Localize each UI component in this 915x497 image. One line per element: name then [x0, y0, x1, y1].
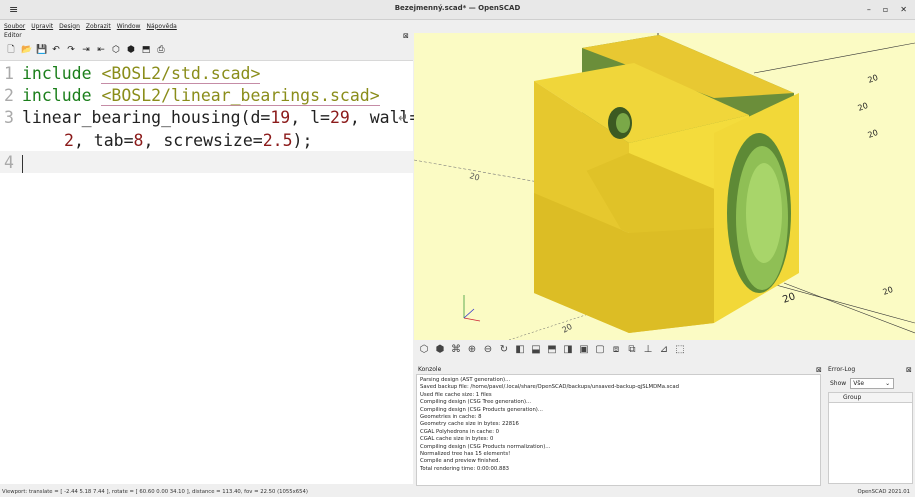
redo-icon[interactable]: ↷ — [66, 45, 76, 55]
undo-icon[interactable]: ↶ — [51, 45, 61, 55]
view-front-icon[interactable]: ▣ — [578, 344, 590, 355]
view-all-icon[interactable]: ⌘ — [450, 344, 462, 355]
show-edges-icon[interactable]: ⬚ — [674, 344, 686, 355]
console-line: Total rendering time: 0:00:00.883 — [420, 465, 510, 472]
console-line: Geometries in cache: 8 — [420, 414, 482, 421]
view-bottom-icon[interactable]: ⬒ — [546, 344, 558, 355]
reset-view-icon[interactable]: ↻ — [498, 344, 510, 355]
svg-text:20: 20 — [882, 285, 895, 297]
viewport-status: Viewport: translate = [ -2.44 5.18 7.44 … — [2, 489, 308, 495]
close-window-button[interactable]: ✕ — [900, 5, 907, 14]
zoom-out-icon[interactable]: ⊖ — [482, 344, 494, 355]
export-stl-icon[interactable]: ⬒ — [141, 45, 151, 55]
line-number: 2 — [4, 86, 14, 105]
console-line: Normalized tree has 15 elements! — [420, 451, 511, 458]
menu-view[interactable]: Zobrazit — [86, 23, 111, 30]
current-line-highlight — [0, 151, 413, 173]
save-file-icon[interactable]: 💾 — [36, 45, 47, 55]
console-close-button[interactable]: ⊠ — [816, 366, 822, 374]
svg-text:20: 20 — [867, 73, 880, 85]
window-title: Bezejmenný.scad* — OpenSCAD — [394, 4, 521, 12]
line-number: 3 — [4, 108, 14, 127]
view-back-icon[interactable]: ▢ — [594, 344, 606, 355]
console-line: Parsing design (AST generation)... — [420, 377, 511, 383]
view-top-icon[interactable]: ⬓ — [530, 344, 542, 355]
line-number: 4 — [4, 153, 14, 172]
preview-icon[interactable]: ⬡ — [111, 45, 121, 55]
code-editor[interactable]: 1 include <BOSL2/std.scad> 2 include <BO… — [0, 60, 419, 484]
new-file-icon[interactable]: 🗋 — [6, 42, 16, 58]
line-number: 1 — [4, 64, 14, 83]
3d-viewport[interactable]: 20 20 20 20 20 20 20 — [414, 33, 915, 340]
render-icon[interactable]: ⬢ — [126, 45, 136, 55]
code-line-2: include <BOSL2/linear_bearings.scad> — [22, 86, 380, 106]
unindent-icon[interactable]: ⇤ — [96, 45, 106, 55]
menu-file[interactable]: Soubor — [4, 23, 25, 30]
console-line: CGAL Polyhedrons in cache: 0 — [420, 428, 500, 435]
svg-text:20: 20 — [867, 128, 880, 140]
svg-text:20: 20 — [781, 291, 797, 306]
preview-icon[interactable]: ⬡ — [418, 344, 430, 355]
editor-toolbar: 🗋 📂 💾 ↶ ↷ ⇥ ⇤ ⬡ ⬢ ⬒ ⎙ — [6, 43, 166, 57]
console-line: Compile and preview finished. — [420, 458, 501, 465]
editor-panel-title: Editor — [4, 32, 22, 39]
menu-edit[interactable]: Upravit — [31, 23, 53, 30]
view-left-icon[interactable]: ◨ — [562, 344, 574, 355]
menu-bar: Soubor Upravit Design Zobrazit Window Ná… — [0, 20, 177, 32]
code-line-1: include <BOSL2/std.scad> — [22, 64, 261, 84]
maximize-button[interactable]: ▫ — [883, 5, 888, 14]
show-select[interactable]: Vše ⌄ — [850, 378, 895, 389]
minimize-button[interactable]: – — [867, 5, 871, 14]
open-file-icon[interactable]: 📂 — [21, 45, 32, 55]
error-log-table[interactable]: Group — [828, 392, 913, 484]
menu-design[interactable]: Design — [59, 23, 80, 30]
render-icon[interactable]: ⬢ — [434, 344, 446, 355]
console-line: CGAL cache size in bytes: 0 — [420, 436, 494, 443]
perspective-icon[interactable]: ⧈ — [610, 344, 622, 355]
console-line: Geometry cache size in bytes: 22816 — [420, 421, 519, 428]
column-header-group[interactable]: Group — [829, 393, 912, 403]
show-label: Show — [830, 380, 847, 387]
svg-text:20: 20 — [857, 101, 870, 113]
chevron-down-icon: ⌄ — [885, 380, 891, 387]
error-log-title: Error-Log — [828, 366, 856, 373]
zoom-in-icon[interactable]: ⊕ — [466, 344, 478, 355]
console-line: Compiling design (CSG Products generatio… — [420, 406, 543, 413]
model-render: 20 20 20 20 20 20 20 — [414, 33, 915, 340]
send-to-print-icon[interactable]: ⎙ — [156, 45, 166, 55]
version-label: OpenSCAD 2021.01 — [857, 489, 911, 495]
svg-text:20: 20 — [468, 171, 480, 182]
error-log-close-button[interactable]: ⊠ — [906, 366, 912, 374]
viewport-toolbar: ⬡ ⬢ ⌘ ⊕ ⊖ ↻ ◧ ⬓ ⬒ ◨ ▣ ▢ ⧈ ⧉ ⊥ ⊿ ⬚ — [418, 344, 686, 355]
show-scale-icon[interactable]: ⊿ — [658, 344, 670, 355]
console-title: Konzole — [418, 366, 442, 373]
show-axes-icon[interactable]: ⊥ — [642, 344, 654, 355]
console-line: Compiling design (CSG Products normaliza… — [420, 443, 551, 450]
indent-icon[interactable]: ⇥ — [81, 45, 91, 55]
editor-close-button[interactable]: ⊠ — [403, 32, 409, 40]
console-output[interactable]: Parsing design (AST generation)... Saved… — [416, 374, 821, 486]
code-line-3: linear_bearing_housing(d=19, l=29, wall= — [22, 108, 420, 127]
svg-text:20: 20 — [561, 322, 574, 335]
orthogonal-icon[interactable]: ⧉ — [626, 344, 638, 355]
console-line: Compiling design (CSG Tree generation)..… — [420, 399, 532, 406]
status-bar: Viewport: translate = [ -2.44 5.18 7.44 … — [0, 487, 915, 497]
wrap-indicator-icon: ↵ — [398, 111, 409, 125]
title-bar: ≡ Bezejmenný.scad* — OpenSCAD – ▫ ✕ — [0, 0, 915, 20]
error-log-filter: Show Vše ⌄ — [830, 378, 895, 389]
text-cursor — [22, 155, 23, 173]
menu-window[interactable]: Window — [117, 23, 141, 30]
code-line-3-wrap: 2, tab=8, screwsize=2.5); — [64, 131, 313, 150]
console-line: Used file cache size: 1 files — [420, 391, 492, 398]
menu-help[interactable]: Nápověda — [146, 23, 176, 30]
view-right-icon[interactable]: ◧ — [514, 344, 526, 355]
console-line: Saved backup file: /home/pavel/.local/sh… — [420, 384, 679, 391]
